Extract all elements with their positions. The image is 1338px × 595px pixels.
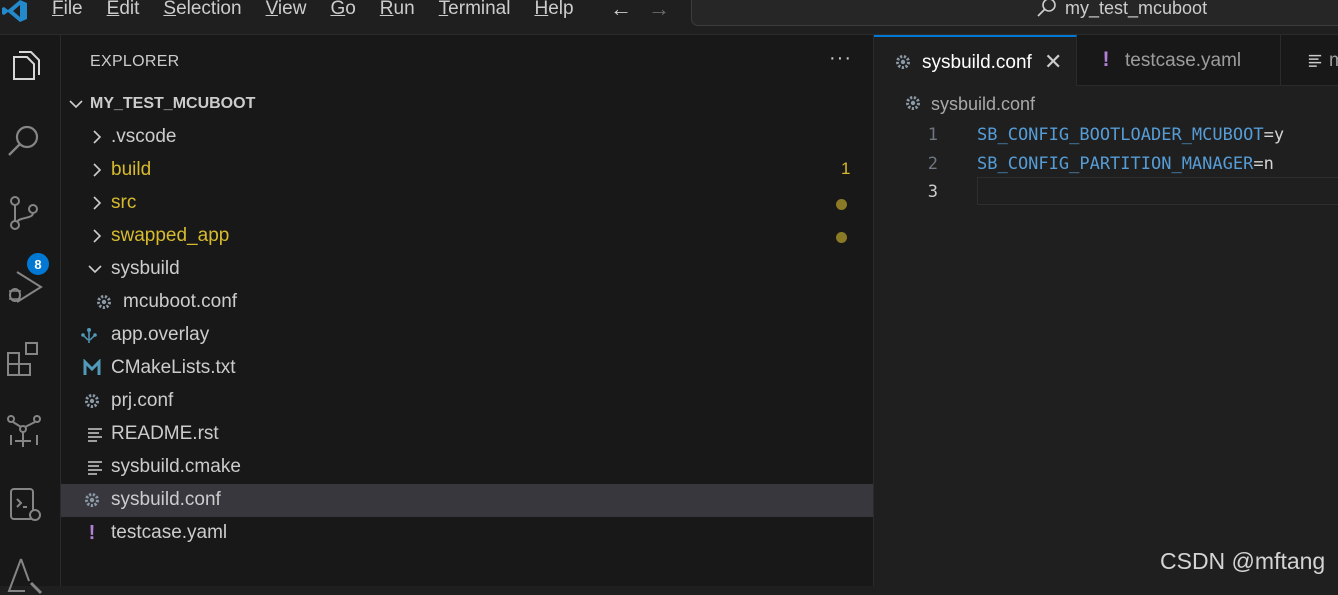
tree-item-label: build — [111, 159, 152, 180]
tree-item-label: prj.conf — [111, 390, 174, 411]
tree-item-prj-conf[interactable]: prj.conf — [61, 385, 873, 418]
menu-view[interactable]: View — [266, 0, 307, 21]
menu-bar: File Edit Selection View Go Run Terminal… — [52, 0, 598, 21]
chevron-down-icon — [69, 100, 83, 109]
tree-item-label: CMakeLists.txt — [111, 357, 236, 378]
vscode-logo-icon — [2, 0, 27, 22]
tree-item-label: sysbuild — [111, 258, 180, 279]
editor-tabs: sysbuild.conf ✕ ! testcase.yaml m — [874, 35, 1338, 86]
tree-item-swapped-app[interactable]: swapped_app — [61, 220, 873, 253]
menu-edit[interactable]: Edit — [107, 0, 140, 21]
search-icon — [1037, 0, 1056, 17]
gear-icon — [82, 490, 102, 510]
extensions-icon[interactable] — [5, 339, 45, 379]
line-number: 2 — [927, 154, 938, 174]
command-center-text[interactable]: my_test_mcuboot — [1065, 0, 1207, 19]
breadcrumb-label: sysbuild.conf — [931, 94, 1036, 114]
line-number: 1 — [927, 125, 938, 145]
code-text: SB_CONFIG_BOOTLOADER_MCUBOOT=y — [977, 125, 1285, 145]
device-tree-icon — [79, 325, 99, 345]
command-center-search[interactable] — [691, 0, 1338, 26]
tree-item-label: mcuboot.conf — [123, 291, 238, 312]
search-icon[interactable] — [5, 121, 45, 161]
tree-item-cmakelists[interactable]: CMakeLists.txt — [61, 352, 873, 385]
tree-item-label: README.rst — [111, 423, 219, 444]
tree-item-sysbuild[interactable]: sysbuild — [61, 253, 873, 286]
gear-icon — [94, 292, 114, 312]
cmake-m-icon — [82, 358, 102, 378]
tree-item-sysbuild-cmake[interactable]: sysbuild.cmake — [61, 451, 873, 484]
code-line[interactable]: 1 SB_CONFIG_BOOTLOADER_MCUBOOT=y — [874, 123, 1338, 151]
forward-arrow-icon[interactable]: → — [648, 0, 670, 22]
explorer-icon[interactable] — [5, 49, 45, 89]
code-line[interactable]: 2 SB_CONFIG_PARTITION_MANAGER=n — [874, 152, 1338, 180]
tree-item-label: sysbuild.conf — [111, 489, 221, 510]
tree-item-label: app.overlay — [111, 324, 210, 345]
back-arrow-icon[interactable]: ← — [610, 0, 632, 22]
lines-icon — [85, 424, 105, 444]
tree-item-label: testcase.yaml — [111, 522, 228, 543]
exclamation-icon: ! — [88, 521, 96, 544]
workspace-root[interactable]: MY_TEST_MCUBOOT — [61, 91, 873, 123]
tree-item-testcase-yaml[interactable]: ! testcase.yaml — [61, 517, 873, 550]
tree-item-build[interactable]: build 1 — [61, 154, 873, 187]
source-control-icon[interactable] — [5, 193, 45, 233]
tree-item-src[interactable]: src — [61, 187, 873, 220]
tree-item-label: sysbuild.cmake — [111, 456, 241, 477]
watermark-text: CSDN @mftang — [1160, 548, 1326, 574]
workspace-root-label: MY_TEST_MCUBOOT — [90, 95, 256, 112]
close-icon[interactable]: ✕ — [1044, 49, 1062, 75]
chevron-down-icon — [88, 265, 102, 274]
tab-label: testcase.yaml — [1125, 50, 1242, 71]
tree-item-mcuboot-conf[interactable]: mcuboot.conf — [61, 286, 873, 319]
tree-item-label: src — [111, 192, 137, 213]
run-debug-icon[interactable] — [5, 267, 45, 307]
gear-icon — [82, 391, 102, 411]
more-actions-icon[interactable]: ··· — [829, 47, 852, 70]
editor-area: sysbuild.conf ✕ ! testcase.yaml m sysbui… — [874, 35, 1338, 586]
title-bar: File Edit Selection View Go Run Terminal… — [0, 0, 1338, 35]
modified-dot — [836, 199, 847, 210]
activity-bar: 8 — [0, 35, 61, 595]
menu-help[interactable]: Help — [534, 0, 573, 21]
menu-selection[interactable]: Selection — [163, 0, 241, 21]
gear-icon — [893, 52, 913, 72]
tree-item-readme[interactable]: README.rst — [61, 418, 873, 451]
modified-dot — [836, 232, 847, 243]
tab-sysbuild-conf[interactable]: sysbuild.conf ✕ — [874, 35, 1077, 86]
tree-item-vscode[interactable]: .vscode — [61, 121, 873, 154]
gear-icon — [906, 96, 920, 110]
menu-file[interactable]: File — [52, 0, 83, 21]
tab-testcase-yaml[interactable]: ! testcase.yaml — [1077, 35, 1281, 85]
code-text: SB_CONFIG_PARTITION_MANAGER=n — [977, 154, 1274, 174]
tree-item-app-overlay[interactable]: app.overlay — [61, 319, 873, 352]
menu-run[interactable]: Run — [380, 0, 415, 21]
menu-terminal[interactable]: Terminal — [439, 0, 511, 21]
tree-item-label: swapped_app — [111, 225, 230, 246]
chevron-right-icon — [93, 163, 102, 177]
remote-explorer-icon[interactable] — [5, 485, 45, 525]
testing-icon[interactable] — [5, 555, 45, 595]
explorer-sidebar: EXPLORER ··· MY_TEST_MCUBOOT .vscode bui… — [61, 35, 874, 586]
chevron-right-icon — [93, 130, 102, 144]
menu-go[interactable]: Go — [330, 0, 355, 21]
chevron-right-icon — [93, 196, 102, 210]
problem-count-badge: 1 — [841, 159, 851, 178]
lines-icon — [85, 457, 105, 477]
exclamation-icon: ! — [1102, 48, 1110, 71]
tab-overflow[interactable]: m — [1281, 35, 1338, 85]
chevron-right-icon — [93, 229, 102, 243]
line-number: 3 — [927, 182, 938, 202]
tab-label: m — [1329, 50, 1338, 71]
tab-label: sysbuild.conf — [922, 52, 1032, 73]
tree-item-sysbuild-conf[interactable]: sysbuild.conf — [61, 484, 873, 517]
code-line[interactable]: 3 — [874, 180, 1338, 208]
device-tree-icon[interactable] — [5, 411, 45, 451]
lines-icon — [1305, 50, 1325, 70]
tree-item-label: .vscode — [111, 126, 177, 147]
explorer-title: EXPLORER — [90, 53, 180, 70]
